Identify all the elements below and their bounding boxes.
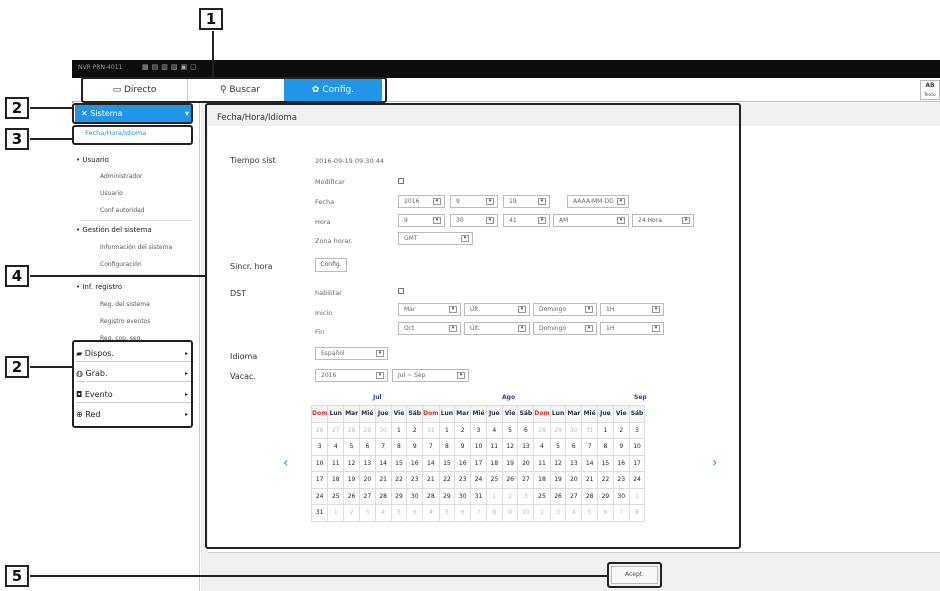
sidebar-item-info-sistema[interactable]: Información del sistema	[100, 244, 172, 251]
callout-2a: 2	[5, 97, 29, 119]
toolbar-icons[interactable]: ▦▤▥▧▣▢	[142, 63, 200, 71]
text-size-button[interactable]: AB Texto	[920, 80, 940, 100]
sidebar-group-gestion[interactable]: • Gestión del sistema	[76, 226, 152, 234]
top-bar: NVR PRN-4011 ▦▤▥▧▣▢	[72, 60, 940, 78]
callout-1: 1	[199, 8, 223, 30]
sidebar-item-conf-autoridad[interactable]: Conf autoridad	[100, 207, 145, 214]
callout-5: 5	[5, 565, 29, 587]
sidebar-group-usuario[interactable]: • Usuario	[76, 156, 109, 164]
callout-4: 4	[5, 265, 29, 287]
sidebar-item-registro-eventos[interactable]: Registro eventos	[100, 318, 150, 325]
sidebar-item-administrador[interactable]: Administrador	[100, 173, 142, 180]
callout-2b: 2	[5, 356, 29, 378]
device-title: NVR PRN-4011	[78, 64, 123, 71]
sidebar-item-reg-sistema[interactable]: Reg. del sistema	[100, 301, 150, 308]
sidebar-item-configuracion[interactable]: Configuración	[100, 261, 142, 268]
callout-3: 3	[5, 128, 29, 150]
sidebar-item-usuario[interactable]: Usuario	[100, 190, 123, 197]
sidebar-group-inf-registro[interactable]: • Inf. registro	[76, 283, 122, 291]
